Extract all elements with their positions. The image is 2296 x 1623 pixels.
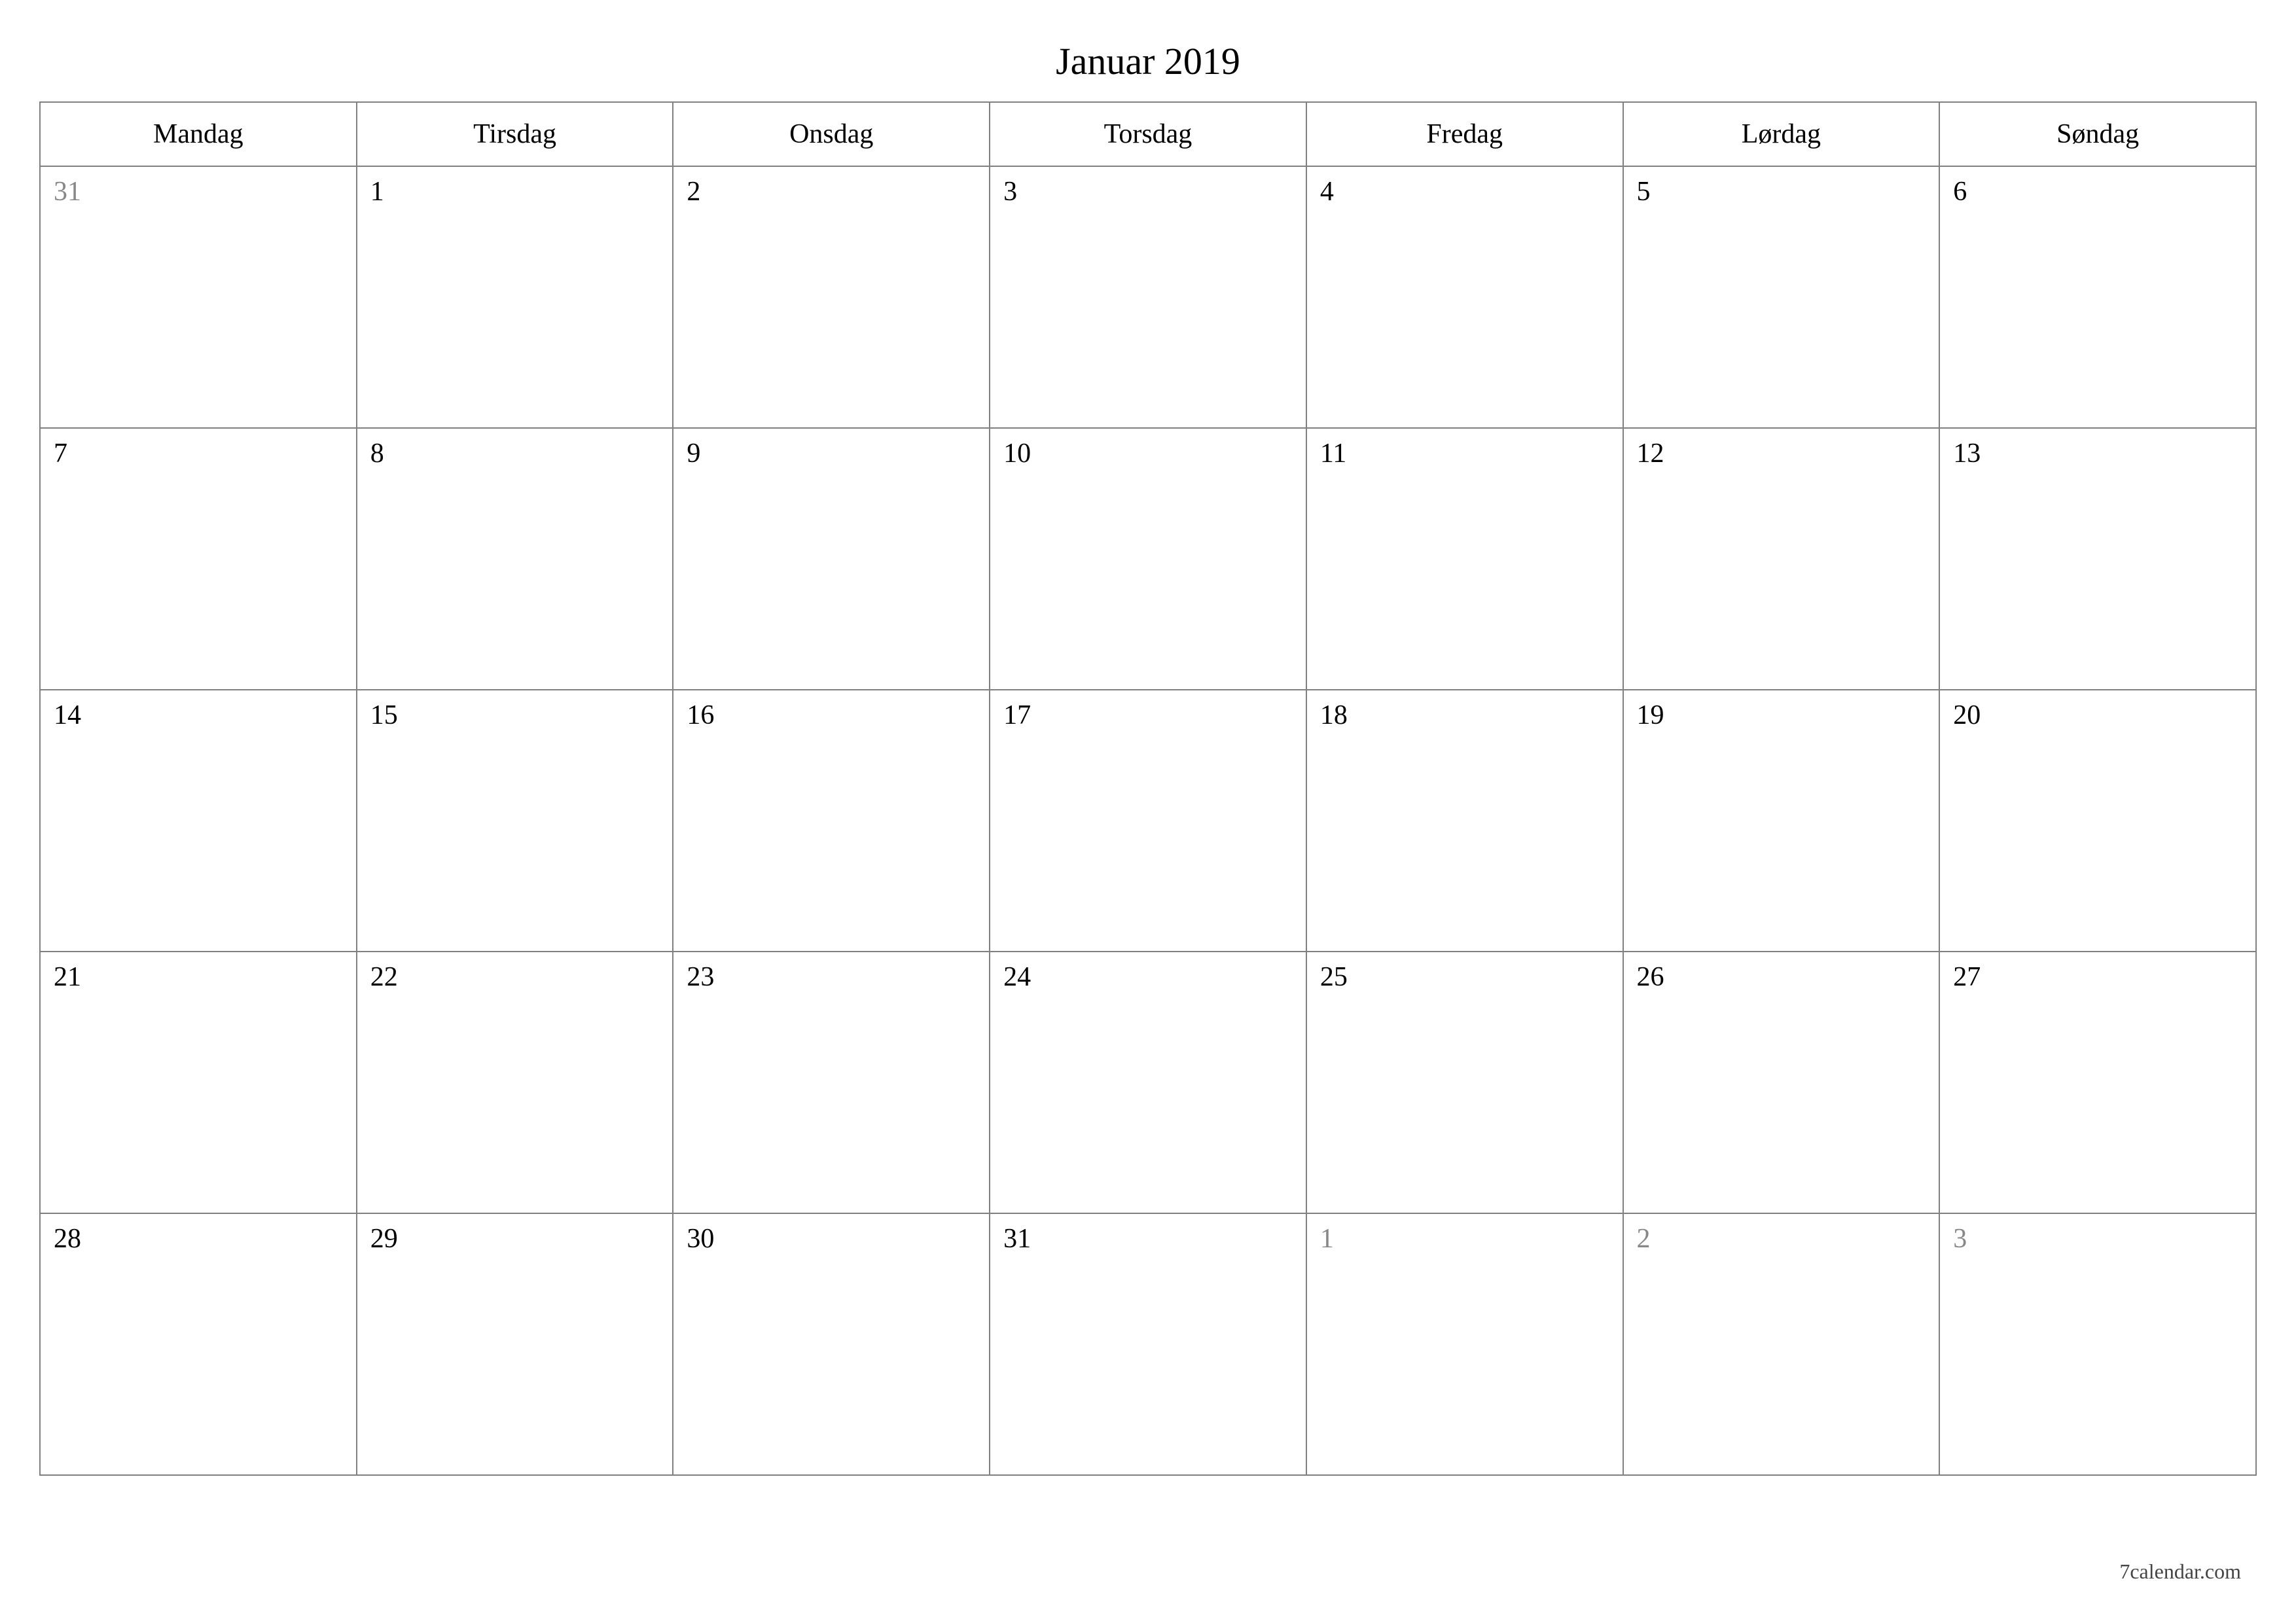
calendar-day-cell: 9 <box>673 428 990 690</box>
calendar-day-cell: 25 <box>1306 952 1623 1213</box>
calendar-day-cell: 17 <box>990 690 1306 952</box>
calendar-day-cell: 1 <box>357 166 673 428</box>
calendar-day-cell: 29 <box>357 1213 673 1475</box>
calendar-day-cell: 16 <box>673 690 990 952</box>
calendar-day-cell: 22 <box>357 952 673 1213</box>
calendar-day-cell: 6 <box>1939 166 2256 428</box>
weekday-header: Mandag <box>40 102 357 166</box>
calendar-grid: Mandag Tirsdag Onsdag Torsdag Fredag Lør… <box>39 101 2257 1476</box>
calendar-week-row: 28 29 30 31 1 2 3 <box>40 1213 2256 1475</box>
calendar-day-cell: 26 <box>1623 952 1940 1213</box>
calendar-day-cell: 7 <box>40 428 357 690</box>
calendar-day-cell: 8 <box>357 428 673 690</box>
calendar-day-cell: 18 <box>1306 690 1623 952</box>
calendar-day-cell: 1 <box>1306 1213 1623 1475</box>
calendar-day-cell: 14 <box>40 690 357 952</box>
weekday-header-row: Mandag Tirsdag Onsdag Torsdag Fredag Lør… <box>40 102 2256 166</box>
calendar-day-cell: 24 <box>990 952 1306 1213</box>
calendar-day-cell: 31 <box>990 1213 1306 1475</box>
weekday-header: Fredag <box>1306 102 1623 166</box>
weekday-header: Lørdag <box>1623 102 1940 166</box>
calendar-day-cell: 3 <box>1939 1213 2256 1475</box>
calendar-day-cell: 12 <box>1623 428 1940 690</box>
weekday-header: Torsdag <box>990 102 1306 166</box>
calendar-body: 31 1 2 3 4 5 6 7 8 9 10 11 12 13 14 15 1… <box>40 166 2256 1475</box>
calendar-day-cell: 19 <box>1623 690 1940 952</box>
calendar-day-cell: 23 <box>673 952 990 1213</box>
calendar-day-cell: 21 <box>40 952 357 1213</box>
calendar-day-cell: 10 <box>990 428 1306 690</box>
calendar-week-row: 7 8 9 10 11 12 13 <box>40 428 2256 690</box>
calendar-day-cell: 2 <box>1623 1213 1940 1475</box>
calendar-day-cell: 2 <box>673 166 990 428</box>
calendar-day-cell: 31 <box>40 166 357 428</box>
calendar-day-cell: 20 <box>1939 690 2256 952</box>
calendar-day-cell: 11 <box>1306 428 1623 690</box>
calendar-day-cell: 4 <box>1306 166 1623 428</box>
source-footer: 7calendar.com <box>2119 1560 2241 1584</box>
calendar-day-cell: 13 <box>1939 428 2256 690</box>
calendar-day-cell: 27 <box>1939 952 2256 1213</box>
weekday-header: Onsdag <box>673 102 990 166</box>
calendar-day-cell: 30 <box>673 1213 990 1475</box>
calendar-week-row: 21 22 23 24 25 26 27 <box>40 952 2256 1213</box>
calendar-day-cell: 5 <box>1623 166 1940 428</box>
calendar-day-cell: 3 <box>990 166 1306 428</box>
weekday-header: Tirsdag <box>357 102 673 166</box>
calendar-day-cell: 28 <box>40 1213 357 1475</box>
weekday-header: Søndag <box>1939 102 2256 166</box>
calendar-day-cell: 15 <box>357 690 673 952</box>
calendar-title: Januar 2019 <box>39 39 2257 83</box>
calendar-week-row: 31 1 2 3 4 5 6 <box>40 166 2256 428</box>
calendar-week-row: 14 15 16 17 18 19 20 <box>40 690 2256 952</box>
